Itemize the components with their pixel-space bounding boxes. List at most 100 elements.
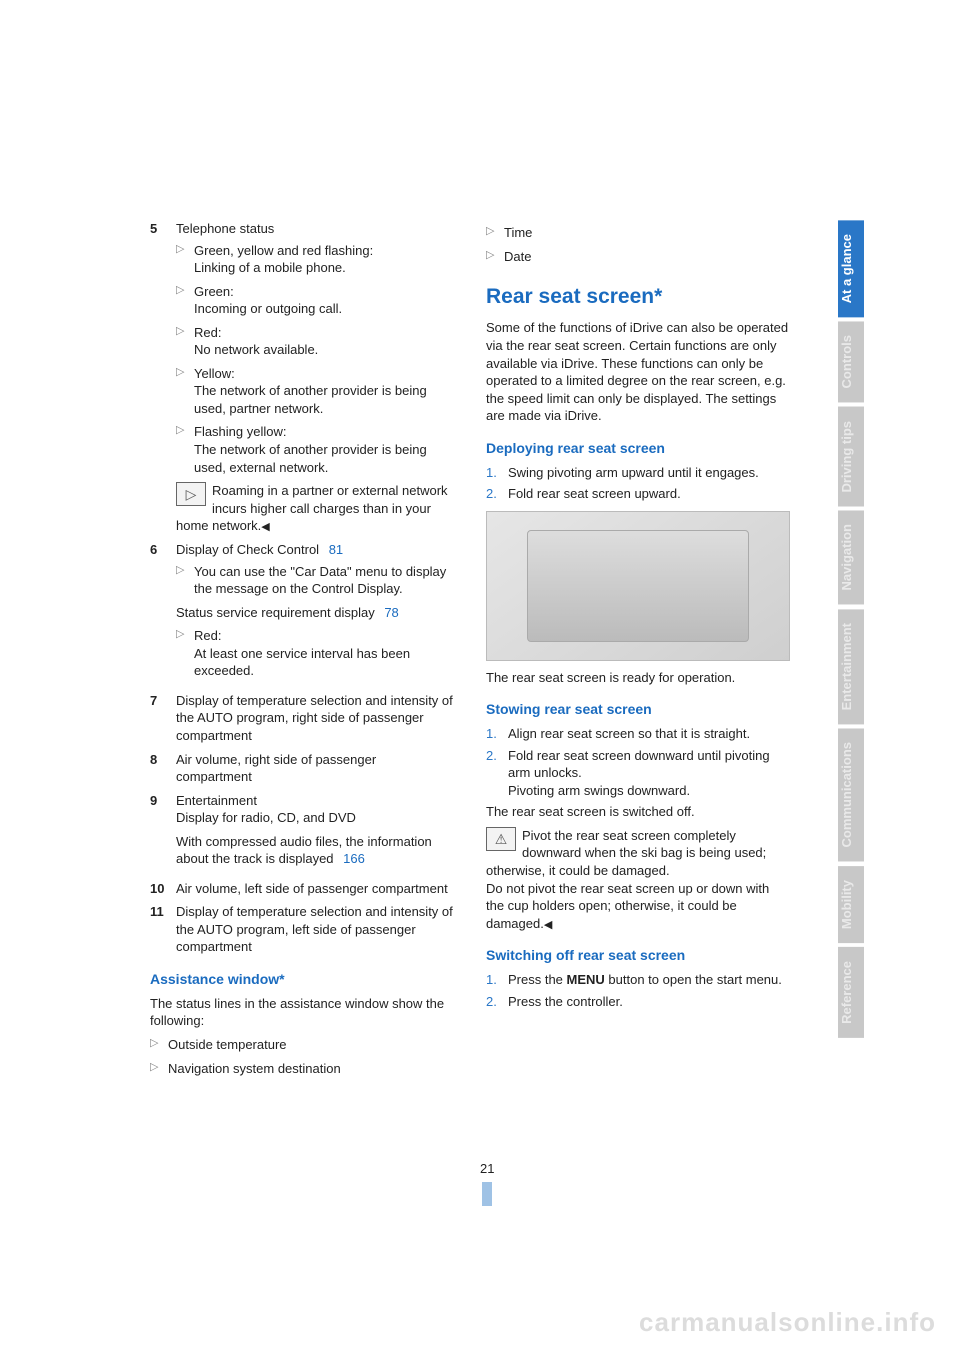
bullet-text: Red: [194, 627, 454, 645]
bullet-text: Green, yellow and red flashing: [194, 242, 454, 260]
item-number: 5 [150, 220, 176, 535]
watermark: carmanualsonline.info [639, 1305, 936, 1340]
step-text: Fold rear seat screen downward until piv… [508, 747, 790, 800]
bullet-text: No network available. [194, 341, 454, 359]
triangle-icon: ▷ [176, 423, 194, 476]
step-number: 2. [486, 747, 508, 800]
page-ref[interactable]: 166 [343, 851, 365, 866]
page-ref[interactable]: 78 [384, 605, 398, 620]
bullet-item: ▷ Yellow: The network of another provide… [176, 365, 454, 418]
item-number: 7 [150, 692, 176, 745]
bullet-item: ▷ You can use the "Car Data" menu to dis… [176, 563, 454, 598]
triangle-icon: ▷ [176, 283, 194, 318]
list-item: 11 Display of temperature selection and … [150, 903, 454, 956]
triangle-icon: ▷ [176, 324, 194, 359]
step-text: Fold rear seat screen upward. [508, 485, 790, 503]
step-item: 1. Press the MENU button to open the sta… [486, 971, 790, 989]
plain-text: Status service requirement display [176, 605, 375, 620]
tab-at-a-glance[interactable]: At a glance [838, 220, 864, 317]
tab-reference[interactable]: Reference [838, 947, 864, 1038]
list-item: 9 Entertainment Display for radio, CD, a… [150, 792, 454, 874]
step-text: Align rear seat screen so that it is str… [508, 725, 790, 743]
right-column: ▷ Time ▷ Date Rear seat screen* Some of … [486, 220, 790, 1083]
step-text: Swing pivoting arm upward until it engag… [508, 464, 790, 482]
end-mark-icon: ◀ [544, 919, 552, 931]
bullet-text: You can use the "Car Data" menu to displ… [194, 563, 454, 598]
step-text: Press the controller. [508, 993, 790, 1011]
bullet-item: ▷ Red: At least one service interval has… [176, 627, 454, 680]
paragraph: Some of the functions of iDrive can also… [486, 319, 790, 424]
section-tabs: At a glance Controls Driving tips Naviga… [838, 220, 864, 1042]
plain-text: With compressed audio files, the informa… [176, 834, 432, 867]
step-number: 2. [486, 993, 508, 1011]
bullet-text: Linking of a mobile phone. [194, 259, 454, 277]
note-text: Pivot the rear seat screen completely do… [486, 828, 769, 931]
bullet-item: ▷ Time [486, 224, 790, 242]
triangle-icon: ▷ [150, 1060, 168, 1078]
tab-communications[interactable]: Communications [838, 728, 864, 861]
bullet-item: ▷ Flashing yellow: The network of anothe… [176, 423, 454, 476]
step-item: 2. Fold rear seat screen downward until … [486, 747, 790, 800]
list-item: 8 Air volume, right side of passenger co… [150, 751, 454, 786]
page-number-bar-icon [482, 1182, 492, 1206]
menu-button-label: MENU [567, 972, 605, 987]
step-number: 2. [486, 485, 508, 503]
triangle-icon: ▷ [486, 224, 504, 242]
warning-icon: ⚠ [486, 827, 516, 851]
paragraph: The rear seat screen is switched off. [486, 803, 790, 821]
heading-assistance-window: Assistance window* [150, 970, 454, 989]
bullet-text: Date [504, 248, 790, 266]
bullet-item: ▷ Green: Incoming or outgoing call. [176, 283, 454, 318]
bullet-text: Incoming or outgoing call. [194, 300, 454, 318]
warning-note: ⚠ Pivot the rear seat screen completely … [486, 827, 790, 933]
bullet-text: Time [504, 224, 790, 242]
triangle-icon: ▷ [176, 563, 194, 598]
bullet-text: Yellow: [194, 365, 454, 383]
item-lead: Telephone status [176, 220, 454, 238]
end-mark-icon: ◀ [261, 521, 269, 533]
tab-entertainment[interactable]: Entertainment [838, 609, 864, 724]
paragraph: The rear seat screen is ready for operat… [486, 669, 790, 687]
item-lead: Air volume, left side of passenger compa… [176, 880, 454, 898]
triangle-icon: ▷ [176, 242, 194, 277]
left-column: 5 Telephone status ▷ Green, yellow and r… [150, 220, 454, 1083]
step-text: Press the MENU button to open the start … [508, 971, 790, 989]
triangle-icon: ▷ [176, 365, 194, 418]
bullet-text: Green: [194, 283, 454, 301]
tab-mobility[interactable]: Mobility [838, 866, 864, 943]
rear-seat-screen-image [486, 511, 790, 661]
info-note: ▷ Roaming in a partner or external netwo… [176, 482, 454, 535]
triangle-icon: ▷ [486, 248, 504, 266]
item-lead: Entertainment [176, 792, 454, 810]
step-item: 1. Align rear seat screen so that it is … [486, 725, 790, 743]
bullet-text: The network of another provider is being… [194, 441, 454, 476]
triangle-icon: ▷ [176, 627, 194, 680]
tab-navigation[interactable]: Navigation [838, 510, 864, 604]
heading-rear-seat-screen: Rear seat screen* [486, 283, 790, 311]
step-number: 1. [486, 725, 508, 743]
bullet-item: ▷ Date [486, 248, 790, 266]
item-number: 11 [150, 903, 176, 956]
item-lead2: Display for radio, CD, and DVD [176, 809, 454, 827]
tab-controls[interactable]: Controls [838, 321, 864, 402]
bullet-item: ▷ Green, yellow and red flashing: Linkin… [176, 242, 454, 277]
bullet-item: ▷ Red: No network available. [176, 324, 454, 359]
bullet-text: Outside temperature [168, 1036, 454, 1054]
bullet-item: ▷ Navigation system destination [150, 1060, 454, 1078]
list-item: 7 Display of temperature selection and i… [150, 692, 454, 745]
item-lead: Display of Check Control [176, 542, 319, 557]
step-number: 1. [486, 464, 508, 482]
heading-deploying: Deploying rear seat screen [486, 439, 790, 458]
item-number: 9 [150, 792, 176, 874]
step-number: 1. [486, 971, 508, 989]
page-ref[interactable]: 81 [329, 542, 343, 557]
bullet-text: At least one service interval has been e… [194, 645, 454, 680]
item-lead: Display of temperature selection and int… [176, 692, 454, 745]
note-text: Roaming in a partner or external network… [176, 483, 448, 533]
step-item: 2. Press the controller. [486, 993, 790, 1011]
list-item: 6 Display of Check Control 81 ▷ You can … [150, 541, 454, 686]
tab-driving-tips[interactable]: Driving tips [838, 407, 864, 507]
heading-stowing: Stowing rear seat screen [486, 700, 790, 719]
bullet-text: Red: [194, 324, 454, 342]
list-item: 5 Telephone status ▷ Green, yellow and r… [150, 220, 454, 535]
